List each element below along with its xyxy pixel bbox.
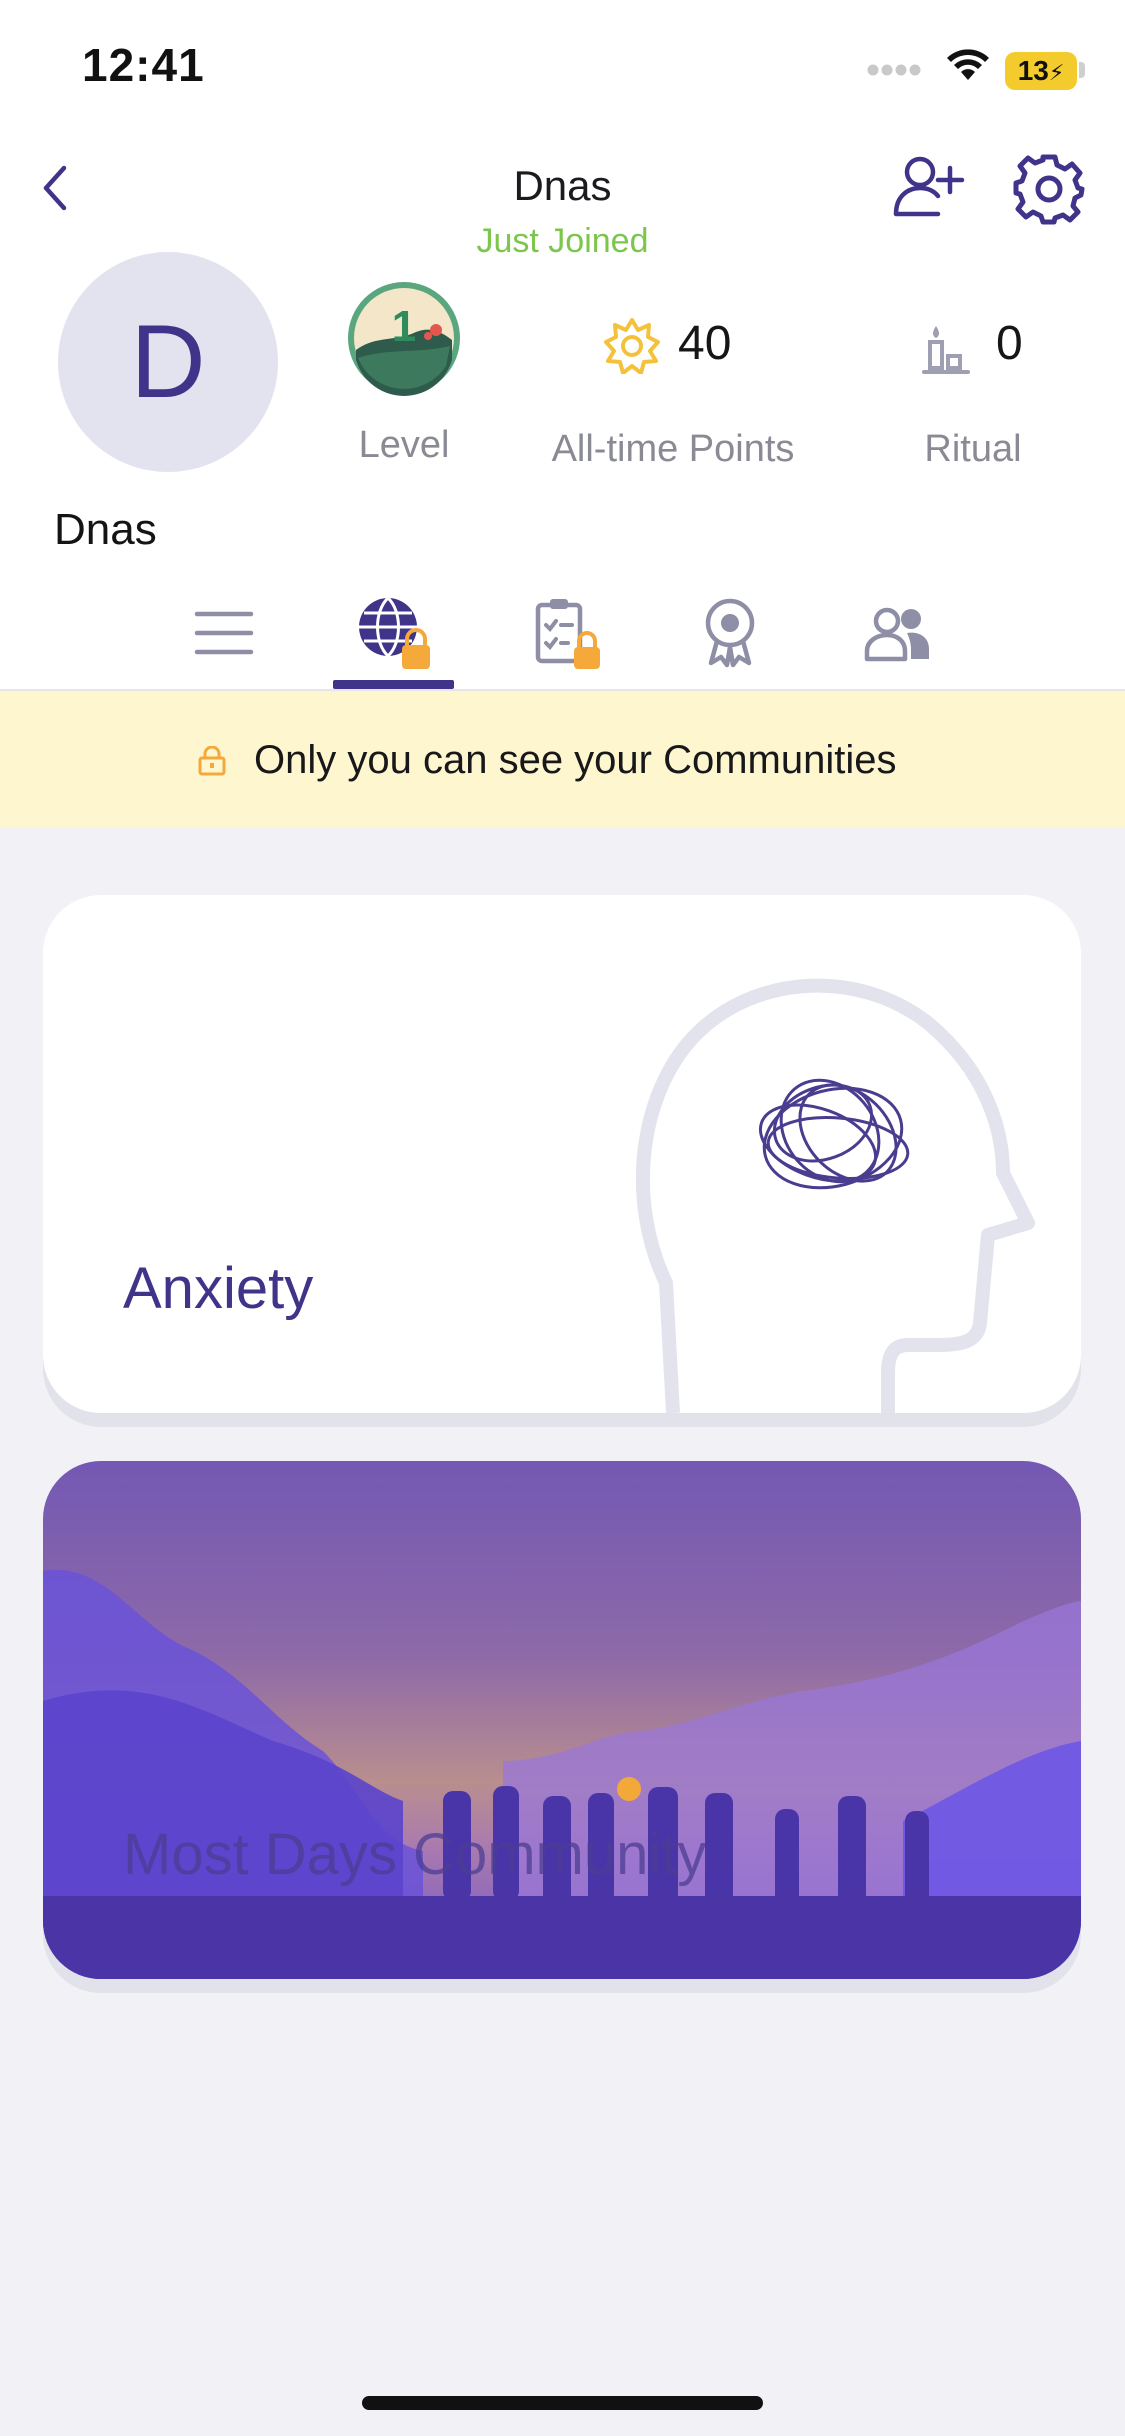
tab-friends[interactable] [838,575,958,690]
people-icon [864,607,929,661]
cellular-signal-icon [867,64,921,76]
tab-communities[interactable] [334,575,454,690]
globe-icon [359,596,430,669]
gear-icon[interactable] [1012,152,1086,226]
lock-badge-icon [402,627,430,669]
status-icons: 13⚡ [865,40,1125,100]
community-card-anxiety[interactable]: Anxiety [43,895,1081,1413]
home-indicator[interactable] [362,2396,763,2410]
list-icon [194,611,254,654]
lock-icon [198,746,226,776]
status-time: 12:41 [82,39,205,91]
battery-cap [1079,62,1085,78]
battery-level: 13 [1017,55,1049,86]
ritual-label: Ritual [924,428,1022,470]
username: Dnas [54,505,157,554]
sunset-mountains-illustration [43,1569,1081,1979]
avatar[interactable]: D [58,252,278,472]
battery-icon: 13⚡ [1005,52,1077,90]
clipboard-icon [535,598,600,669]
community-title-most-days: Most Days Community [123,1822,707,1887]
award-icon [705,598,755,667]
add-friend-icon[interactable] [892,152,966,222]
tab-achievements[interactable] [670,575,790,690]
tab-feed[interactable] [164,575,284,690]
ritual-value: 0 [996,317,1023,370]
points-label: All-time Points [551,428,795,470]
level-label: Level [358,424,450,466]
wifi-icon [947,49,989,80]
profile-tabs [0,575,1125,690]
candle-icon [922,326,970,374]
sun-badge-icon [604,318,660,374]
community-card-most-days[interactable]: Most Days Community [43,1461,1081,1979]
points-value: 40 [678,317,732,370]
level-number: 1 [391,302,417,351]
privacy-notice-text: Only you can see your Communities [254,738,897,782]
active-tab-indicator [333,680,454,689]
head-illustration [635,978,1035,1413]
tabs-divider [0,689,1125,691]
community-title-anxiety: Anxiety [123,1256,314,1321]
tab-checklist[interactable] [504,575,624,690]
